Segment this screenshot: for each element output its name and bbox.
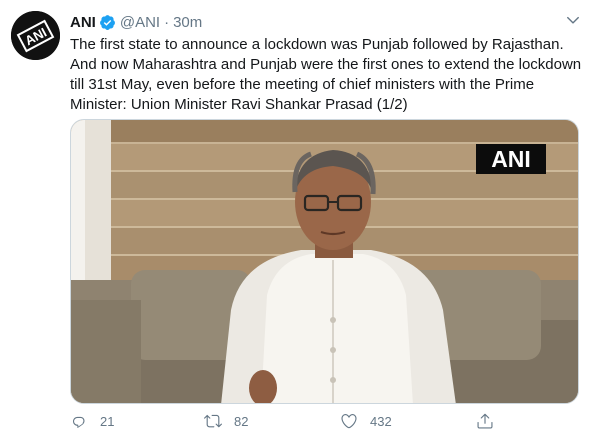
chevron-down-icon[interactable] [566, 13, 580, 27]
retweet-button[interactable]: 82 [204, 412, 248, 430]
tweet-media-video[interactable]: ANI [70, 119, 579, 404]
tweet-header: ANI @ANI · 30m [70, 12, 202, 32]
like-button[interactable]: 432 [340, 412, 392, 430]
like-icon [341, 414, 357, 429]
video-frame: ANI [71, 120, 578, 403]
tweet-text: The first state to announce a lockdown w… [70, 36, 582, 113]
retweet-icon [204, 414, 222, 428]
avatar[interactable]: ANI [11, 11, 60, 60]
like-count: 432 [370, 413, 392, 429]
reply-icon [73, 416, 85, 428]
share-icon [477, 413, 493, 429]
separator-dot: · [164, 13, 170, 31]
author-handle[interactable]: @ANI [120, 14, 160, 31]
share-button[interactable] [476, 412, 494, 430]
tweet[interactable]: ANI ANI @ANI · 30m The first state to an… [0, 0, 600, 434]
tweet-timestamp[interactable]: 30m [173, 14, 202, 31]
verified-badge-icon [99, 14, 116, 31]
ani-watermark: ANI [491, 146, 531, 172]
reply-button[interactable]: 21 [70, 412, 114, 430]
tweet-actions: 21 82 432 [70, 412, 550, 432]
reply-count: 21 [100, 413, 115, 429]
author-name[interactable]: ANI [70, 14, 96, 31]
retweet-count: 82 [234, 413, 249, 429]
ani-logo: ANI [11, 11, 60, 60]
